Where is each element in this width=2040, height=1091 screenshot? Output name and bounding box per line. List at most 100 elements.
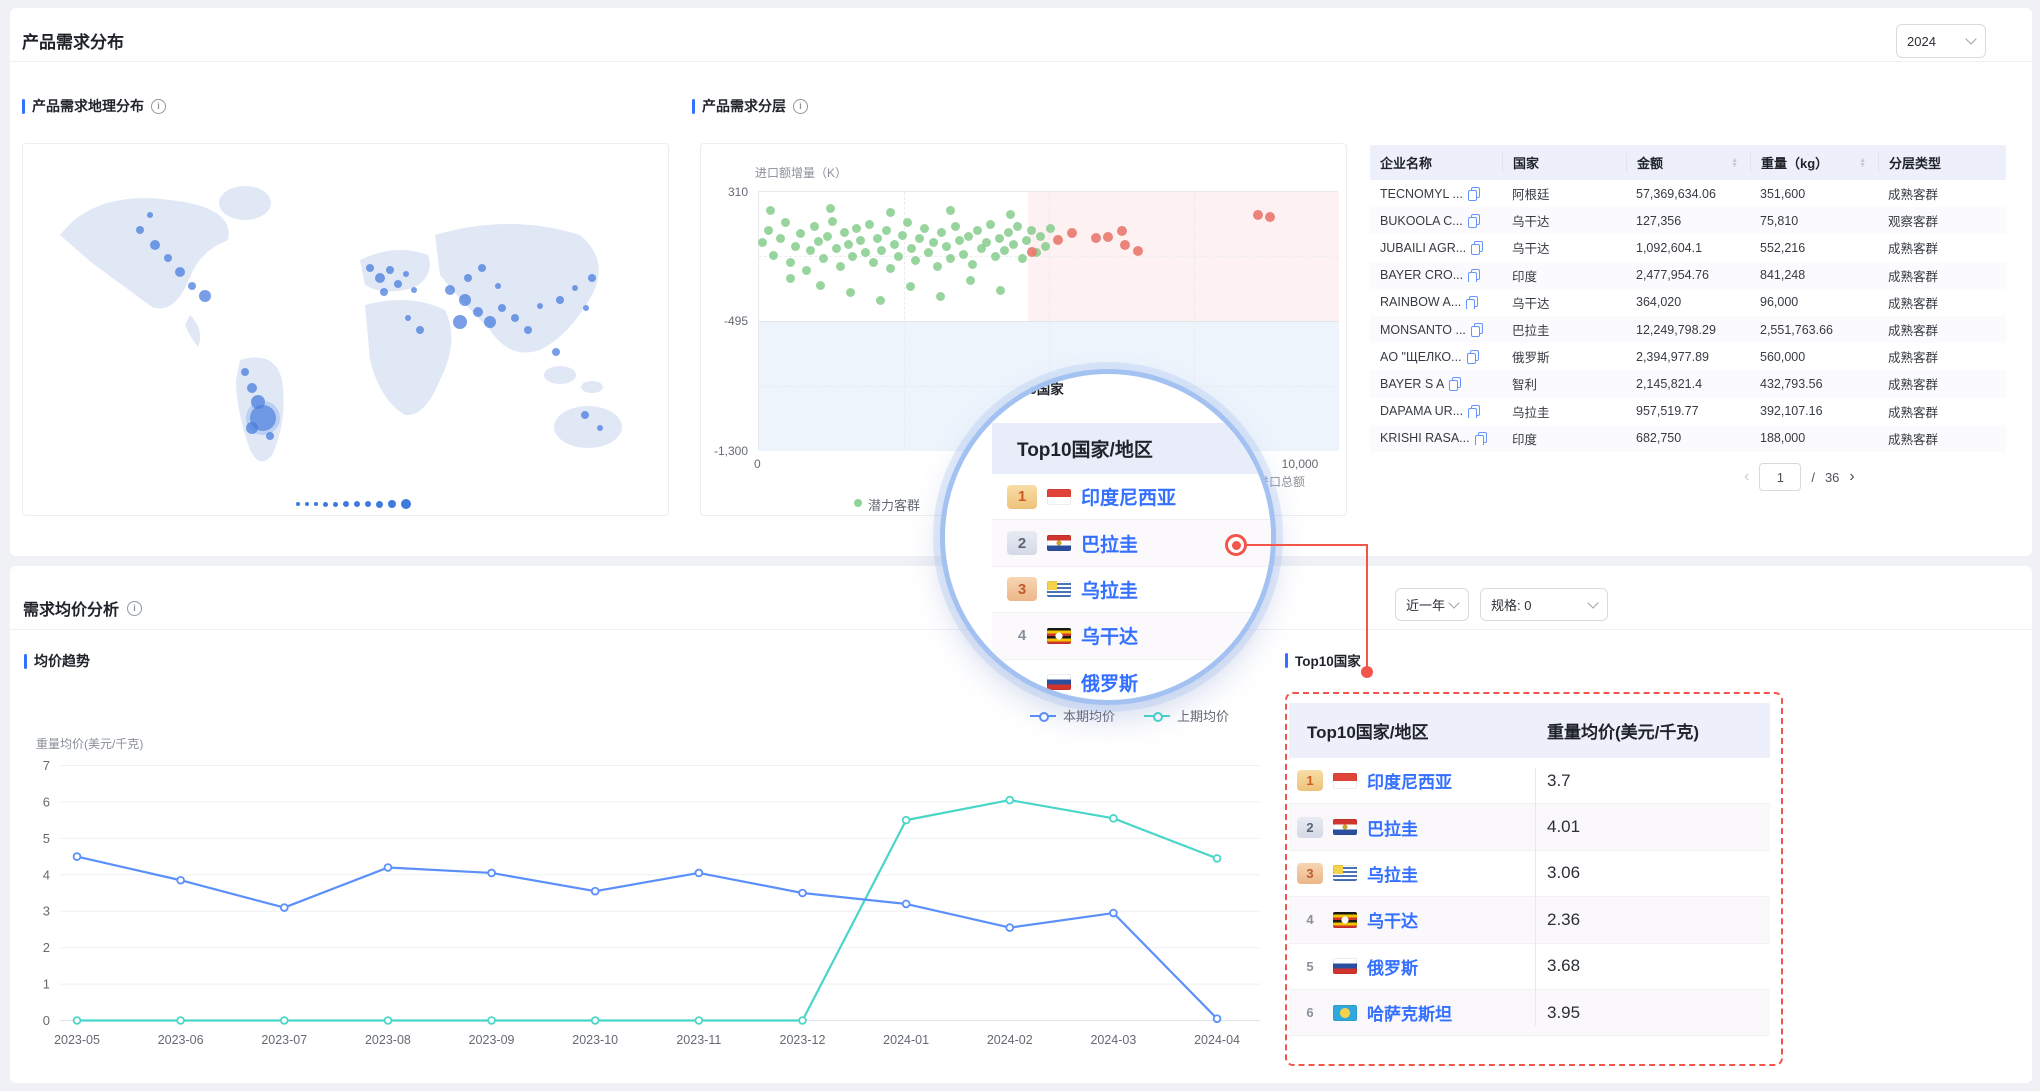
x-tick-label: 2023-05: [54, 1033, 100, 1047]
info-icon[interactable]: i: [127, 601, 142, 616]
scatter-point-green: [848, 252, 857, 261]
col-header-type[interactable]: 分层类型: [1878, 153, 2006, 172]
sort-icons[interactable]: ▲▼: [1731, 158, 1738, 168]
map-dot[interactable]: [354, 501, 360, 507]
map-dot[interactable]: [333, 502, 338, 507]
copy-icon[interactable]: [1466, 296, 1477, 309]
copy-icon[interactable]: [1449, 377, 1460, 390]
copy-icon[interactable]: [1468, 214, 1479, 227]
country-link[interactable]: 乌拉圭: [1081, 576, 1138, 603]
col-header-amount[interactable]: 金额 ▲▼: [1626, 153, 1750, 172]
type-cell: 成熟客群: [1878, 293, 2006, 312]
col-header-country[interactable]: 国家: [1502, 153, 1626, 172]
map-dot[interactable]: [388, 500, 396, 508]
info-icon[interactable]: i: [793, 99, 808, 114]
table-row[interactable]: KRISHI RASA...印度682,750188,000成熟客群: [1370, 425, 2006, 452]
x-tick-label: 2023-09: [469, 1033, 515, 1047]
map-dot[interactable]: [376, 501, 383, 508]
flag-icon: [1047, 628, 1071, 644]
table-row[interactable]: BAYER S A智利2,145,821.4432,793.56成熟客群: [1370, 370, 2006, 397]
legend-item[interactable]: 上期均价: [1144, 706, 1229, 725]
scatter-point-green: [873, 234, 882, 243]
legend-item[interactable]: 本期均价: [1030, 706, 1115, 725]
amount-cell: 364,020: [1626, 295, 1750, 309]
flag-icon: [1333, 819, 1357, 835]
country-link[interactable]: 乌干达: [1081, 622, 1138, 649]
year-select[interactable]: 2024: [1896, 24, 1986, 58]
company-name-cell: KRISHI RASA...: [1370, 431, 1502, 445]
table-row[interactable]: BAYER CRO...印度2,477,954.76841,248成熟客群: [1370, 262, 2006, 289]
country-link[interactable]: 乌干达: [1367, 907, 1418, 932]
table-row[interactable]: 3乌拉圭3.06: [1289, 851, 1770, 897]
map-dot[interactable]: [323, 502, 328, 507]
magnifier-rows: 1印度尼西亚2巴拉圭3乌拉圭4乌干达5俄罗斯: [992, 474, 1276, 705]
range-select[interactable]: 近一年: [1395, 588, 1469, 621]
copy-icon[interactable]: [1471, 241, 1482, 254]
company-name: AO "ЩЕЛКО...: [1380, 350, 1462, 364]
country-link[interactable]: 印度尼西亚: [1367, 768, 1452, 793]
pagination-next[interactable]: ›: [1849, 468, 1854, 486]
country-link[interactable]: 俄罗斯: [1367, 954, 1418, 979]
country-link[interactable]: 乌拉圭: [1367, 861, 1418, 886]
sort-icons[interactable]: ▲▼: [1859, 158, 1866, 168]
scatter-point-green: [882, 226, 891, 235]
map-dot[interactable]: [314, 502, 318, 506]
copy-icon[interactable]: [1468, 269, 1479, 282]
scatter-point-green: [991, 252, 1000, 261]
map-dot[interactable]: [305, 502, 309, 506]
copy-icon[interactable]: [1468, 405, 1479, 418]
country-link[interactable]: 哈萨克斯坦: [1367, 1000, 1452, 1025]
x-tick-label: 2024-03: [1090, 1033, 1136, 1047]
scatter-point-green: [886, 264, 895, 273]
copy-icon[interactable]: [1471, 323, 1482, 336]
table-row[interactable]: 6哈萨克斯坦3.95: [1289, 990, 1770, 1036]
map-bubble: [366, 264, 374, 272]
table-row[interactable]: MONSANTO ...巴拉圭12,249,798.292,551,763.66…: [1370, 316, 2006, 343]
copy-icon[interactable]: [1468, 187, 1479, 200]
map-dot[interactable]: [365, 501, 371, 507]
country-link[interactable]: 俄罗斯: [1081, 669, 1138, 696]
company-name: MONSANTO ...: [1380, 323, 1466, 337]
copy-icon[interactable]: [1475, 432, 1486, 445]
table-row[interactable]: 5俄罗斯3.68: [1289, 944, 1770, 990]
table-row[interactable]: JUBAILI AGR...乌干达1,092,604.1552,216成熟客群: [1370, 234, 2006, 261]
country-cell: 俄罗斯: [1502, 347, 1626, 366]
list-item[interactable]: 1印度尼西亚: [992, 474, 1276, 520]
spec-select[interactable]: 规格: 0: [1480, 588, 1608, 621]
scatter-legend-label[interactable]: 潜力客群: [868, 495, 920, 514]
data-point: [385, 1017, 392, 1024]
table-row[interactable]: AO "ЩЕЛКО...俄罗斯2,394,977.89560,000成熟客群: [1370, 343, 2006, 370]
country-link[interactable]: 巴拉圭: [1367, 815, 1418, 840]
pagination-current[interactable]: 1: [1759, 463, 1801, 491]
country-link[interactable]: 印度尼西亚: [1081, 483, 1176, 510]
col-header-weight[interactable]: 重量（kg） ▲▼: [1750, 153, 1878, 172]
table-row[interactable]: 4乌干达2.36: [1289, 897, 1770, 943]
scatter-point-green: [832, 244, 841, 253]
table-row[interactable]: TECNOMYL ...阿根廷57,369,634.06351,600成熟客群: [1370, 180, 2006, 207]
type-cell: 成熟客群: [1878, 320, 2006, 339]
table-row[interactable]: BUKOOLA C...乌干达127,35675,810观察客群: [1370, 207, 2006, 234]
list-item[interactable]: 4乌干达: [992, 613, 1276, 659]
map-dot[interactable]: [296, 502, 300, 506]
magnifier-table-header: Top10国家/地区: [992, 423, 1276, 474]
trend-section-label: 均价趋势: [34, 651, 90, 671]
table-row[interactable]: DAPAMA UR...乌拉圭957,519.77392,107.16成熟客群: [1370, 398, 2006, 425]
country-link[interactable]: 巴拉圭: [1081, 530, 1138, 557]
pagination-prev[interactable]: ‹: [1744, 468, 1749, 486]
map-dot[interactable]: [343, 501, 349, 507]
y-tick-label: 1: [43, 977, 50, 992]
map-dot[interactable]: [401, 499, 411, 509]
map-bubble: [175, 267, 185, 277]
table-row[interactable]: RAINBOW A...乌干达364,02096,000成熟客群: [1370, 289, 2006, 316]
list-item[interactable]: 5俄罗斯: [992, 660, 1276, 705]
trend-chart: 012345672023-052023-062023-072023-082023…: [20, 738, 1270, 1068]
section-geo-title: 产品需求地理分布 i: [22, 96, 166, 116]
info-icon[interactable]: i: [151, 99, 166, 114]
table-row[interactable]: 2巴拉圭4.01: [1289, 804, 1770, 850]
list-item[interactable]: 3乌拉圭: [992, 567, 1276, 613]
copy-icon[interactable]: [1467, 350, 1478, 363]
col-header-name[interactable]: 企业名称: [1370, 153, 1502, 172]
map-bubble: [403, 271, 409, 277]
table-row[interactable]: 1印度尼西亚3.7: [1289, 758, 1770, 804]
scatter-point-green: [915, 234, 924, 243]
